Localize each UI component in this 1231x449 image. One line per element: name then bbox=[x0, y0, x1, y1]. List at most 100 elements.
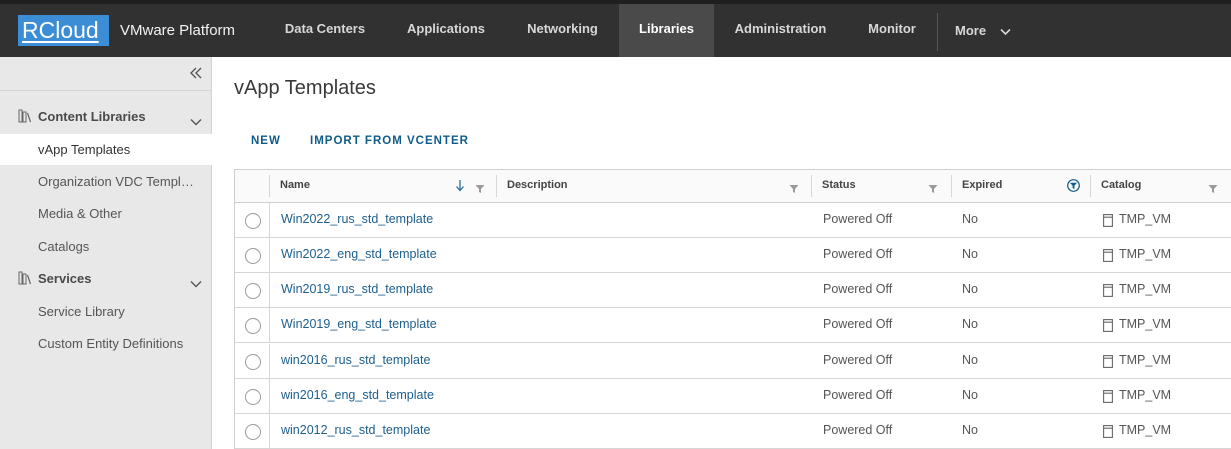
table-row[interactable]: win2012_rus_std_template Powered Off No … bbox=[235, 414, 1231, 449]
catalog-icon bbox=[1103, 355, 1113, 368]
catalog-icon bbox=[1103, 319, 1113, 332]
column-header-status[interactable]: Status bbox=[811, 170, 951, 203]
filter-icon[interactable] bbox=[789, 181, 799, 193]
filter-icon[interactable] bbox=[475, 181, 485, 193]
status-cell: Powered Off bbox=[823, 317, 893, 331]
catalog-icon bbox=[1103, 249, 1113, 262]
column-header-expired[interactable]: Expired bbox=[951, 170, 1090, 203]
expired-cell: No bbox=[962, 247, 978, 261]
brand-logo[interactable]: RCloud bbox=[18, 15, 109, 46]
nav-applications[interactable]: Applications bbox=[386, 4, 506, 57]
nav-libraries[interactable]: Libraries bbox=[619, 4, 714, 57]
sidebar-group-services[interactable]: Services bbox=[0, 265, 212, 293]
nav-monitor[interactable]: Monitor bbox=[847, 4, 937, 57]
catalog-cell[interactable]: TMP_VM bbox=[1119, 238, 1171, 271]
catalog-cell[interactable]: TMP_VM bbox=[1119, 273, 1171, 306]
active-filter-icon[interactable] bbox=[1067, 179, 1080, 192]
status-cell: Powered Off bbox=[823, 247, 893, 261]
catalog-cell[interactable]: TMP_VM bbox=[1119, 203, 1171, 236]
chevron-down-icon[interactable] bbox=[190, 275, 202, 288]
column-separator bbox=[269, 203, 270, 238]
app-name: VMware Platform bbox=[120, 22, 236, 39]
column-separator bbox=[269, 308, 270, 343]
double-chevron-left-icon[interactable] bbox=[188, 65, 204, 81]
expired-cell: No bbox=[962, 212, 978, 226]
library-icon bbox=[18, 109, 32, 123]
column-header-label: Description bbox=[507, 179, 568, 191]
catalog-cell[interactable]: TMP_VM bbox=[1119, 308, 1171, 341]
column-separator bbox=[269, 273, 270, 308]
row-select-radio[interactable] bbox=[245, 354, 261, 370]
status-cell: Powered Off bbox=[823, 388, 893, 402]
row-select-radio[interactable] bbox=[245, 424, 261, 440]
table-row[interactable]: win2016_rus_std_template Powered Off No … bbox=[235, 344, 1231, 379]
sidebar-group-content-libraries[interactable]: Content Libraries bbox=[0, 103, 212, 131]
nav-more-label: More bbox=[955, 23, 987, 38]
row-select-radio[interactable] bbox=[245, 389, 261, 405]
sidebar-item-organization-vdc-templates[interactable]: Organization VDC Templates bbox=[0, 166, 212, 197]
catalog-cell[interactable]: TMP_VM bbox=[1119, 414, 1171, 447]
sidebar-item-vapp-templates[interactable]: vApp Templates bbox=[0, 134, 212, 165]
row-select-radio[interactable] bbox=[245, 283, 261, 299]
column-header-label: Status bbox=[822, 179, 856, 191]
page-title: vApp Templates bbox=[234, 77, 376, 99]
row-select-radio[interactable] bbox=[245, 213, 261, 229]
sidebar-item-catalogs[interactable]: Catalogs bbox=[0, 231, 212, 262]
column-separator bbox=[269, 344, 270, 379]
column-header-description[interactable]: Description bbox=[496, 170, 811, 203]
filter-icon[interactable] bbox=[1208, 181, 1218, 193]
row-select-radio[interactable] bbox=[245, 318, 261, 334]
sidebar-group-label: Content Libraries bbox=[38, 109, 146, 124]
sidebar-item-media-other[interactable]: Media & Other bbox=[0, 198, 212, 229]
sidebar-item-custom-entity-definitions[interactable]: Custom Entity Definitions bbox=[0, 328, 212, 359]
table-row[interactable]: Win2019_eng_std_template Powered Off No … bbox=[235, 308, 1231, 343]
template-name-link[interactable]: win2016_rus_std_template bbox=[281, 344, 430, 377]
column-header-catalog[interactable]: Catalog bbox=[1090, 170, 1231, 203]
nav-data-centers[interactable]: Data Centers bbox=[264, 4, 386, 57]
row-select-radio[interactable] bbox=[245, 248, 261, 264]
table-row[interactable]: Win2022_eng_std_template Powered Off No … bbox=[235, 238, 1231, 273]
top-header: RCloud VMware Platform Data Centers Appl… bbox=[0, 0, 1231, 57]
template-name-link[interactable]: win2016_eng_std_template bbox=[281, 379, 434, 412]
status-cell: Powered Off bbox=[823, 212, 893, 226]
catalog-icon bbox=[1103, 390, 1113, 403]
template-name-link[interactable]: win2012_rus_std_template bbox=[281, 414, 430, 447]
filter-icon[interactable] bbox=[928, 181, 938, 193]
nav-divider bbox=[937, 13, 938, 51]
column-header-label: Expired bbox=[962, 179, 1003, 191]
expired-cell: No bbox=[962, 353, 978, 367]
catalog-cell[interactable]: TMP_VM bbox=[1119, 379, 1171, 412]
column-header-label: Name bbox=[280, 179, 310, 191]
vapp-templates-grid: Name Description Status Expired Catalog … bbox=[234, 169, 1231, 449]
catalog-icon bbox=[1103, 284, 1113, 297]
status-cell: Powered Off bbox=[823, 282, 893, 296]
nav-more-menu[interactable]: More bbox=[955, 4, 1011, 57]
sidebar-item-service-library[interactable]: Service Library bbox=[0, 296, 212, 327]
table-row[interactable]: Win2022_rus_std_template Powered Off No … bbox=[235, 203, 1231, 238]
table-row[interactable]: win2016_eng_std_template Powered Off No … bbox=[235, 379, 1231, 414]
sort-descending-icon[interactable] bbox=[455, 179, 465, 192]
expired-cell: No bbox=[962, 423, 978, 437]
column-header-label: Catalog bbox=[1101, 179, 1142, 191]
expired-cell: No bbox=[962, 317, 978, 331]
catalog-cell[interactable]: TMP_VM bbox=[1119, 344, 1171, 377]
template-name-link[interactable]: Win2019_eng_std_template bbox=[281, 308, 437, 341]
template-name-link[interactable]: Win2022_rus_std_template bbox=[281, 203, 433, 236]
column-separator bbox=[269, 379, 270, 414]
column-separator bbox=[269, 238, 270, 273]
template-name-link[interactable]: Win2022_eng_std_template bbox=[281, 238, 437, 271]
catalog-icon bbox=[1103, 425, 1113, 438]
expired-cell: No bbox=[962, 388, 978, 402]
chevron-down-icon[interactable] bbox=[190, 113, 202, 126]
template-name-link[interactable]: Win2019_rus_std_template bbox=[281, 273, 433, 306]
nav-networking[interactable]: Networking bbox=[506, 4, 619, 57]
import-from-vcenter-button[interactable]: IMPORT FROM VCENTER bbox=[310, 135, 469, 147]
nav-administration[interactable]: Administration bbox=[714, 4, 847, 57]
column-separator bbox=[269, 414, 270, 449]
grid-header: Name Description Status Expired Catalog bbox=[235, 170, 1231, 203]
sidebar-group-label: Services bbox=[38, 271, 92, 286]
catalog-icon bbox=[1103, 214, 1113, 227]
new-button[interactable]: NEW bbox=[251, 135, 281, 147]
column-header-name[interactable]: Name bbox=[269, 170, 496, 203]
table-row[interactable]: Win2019_rus_std_template Powered Off No … bbox=[235, 273, 1231, 308]
